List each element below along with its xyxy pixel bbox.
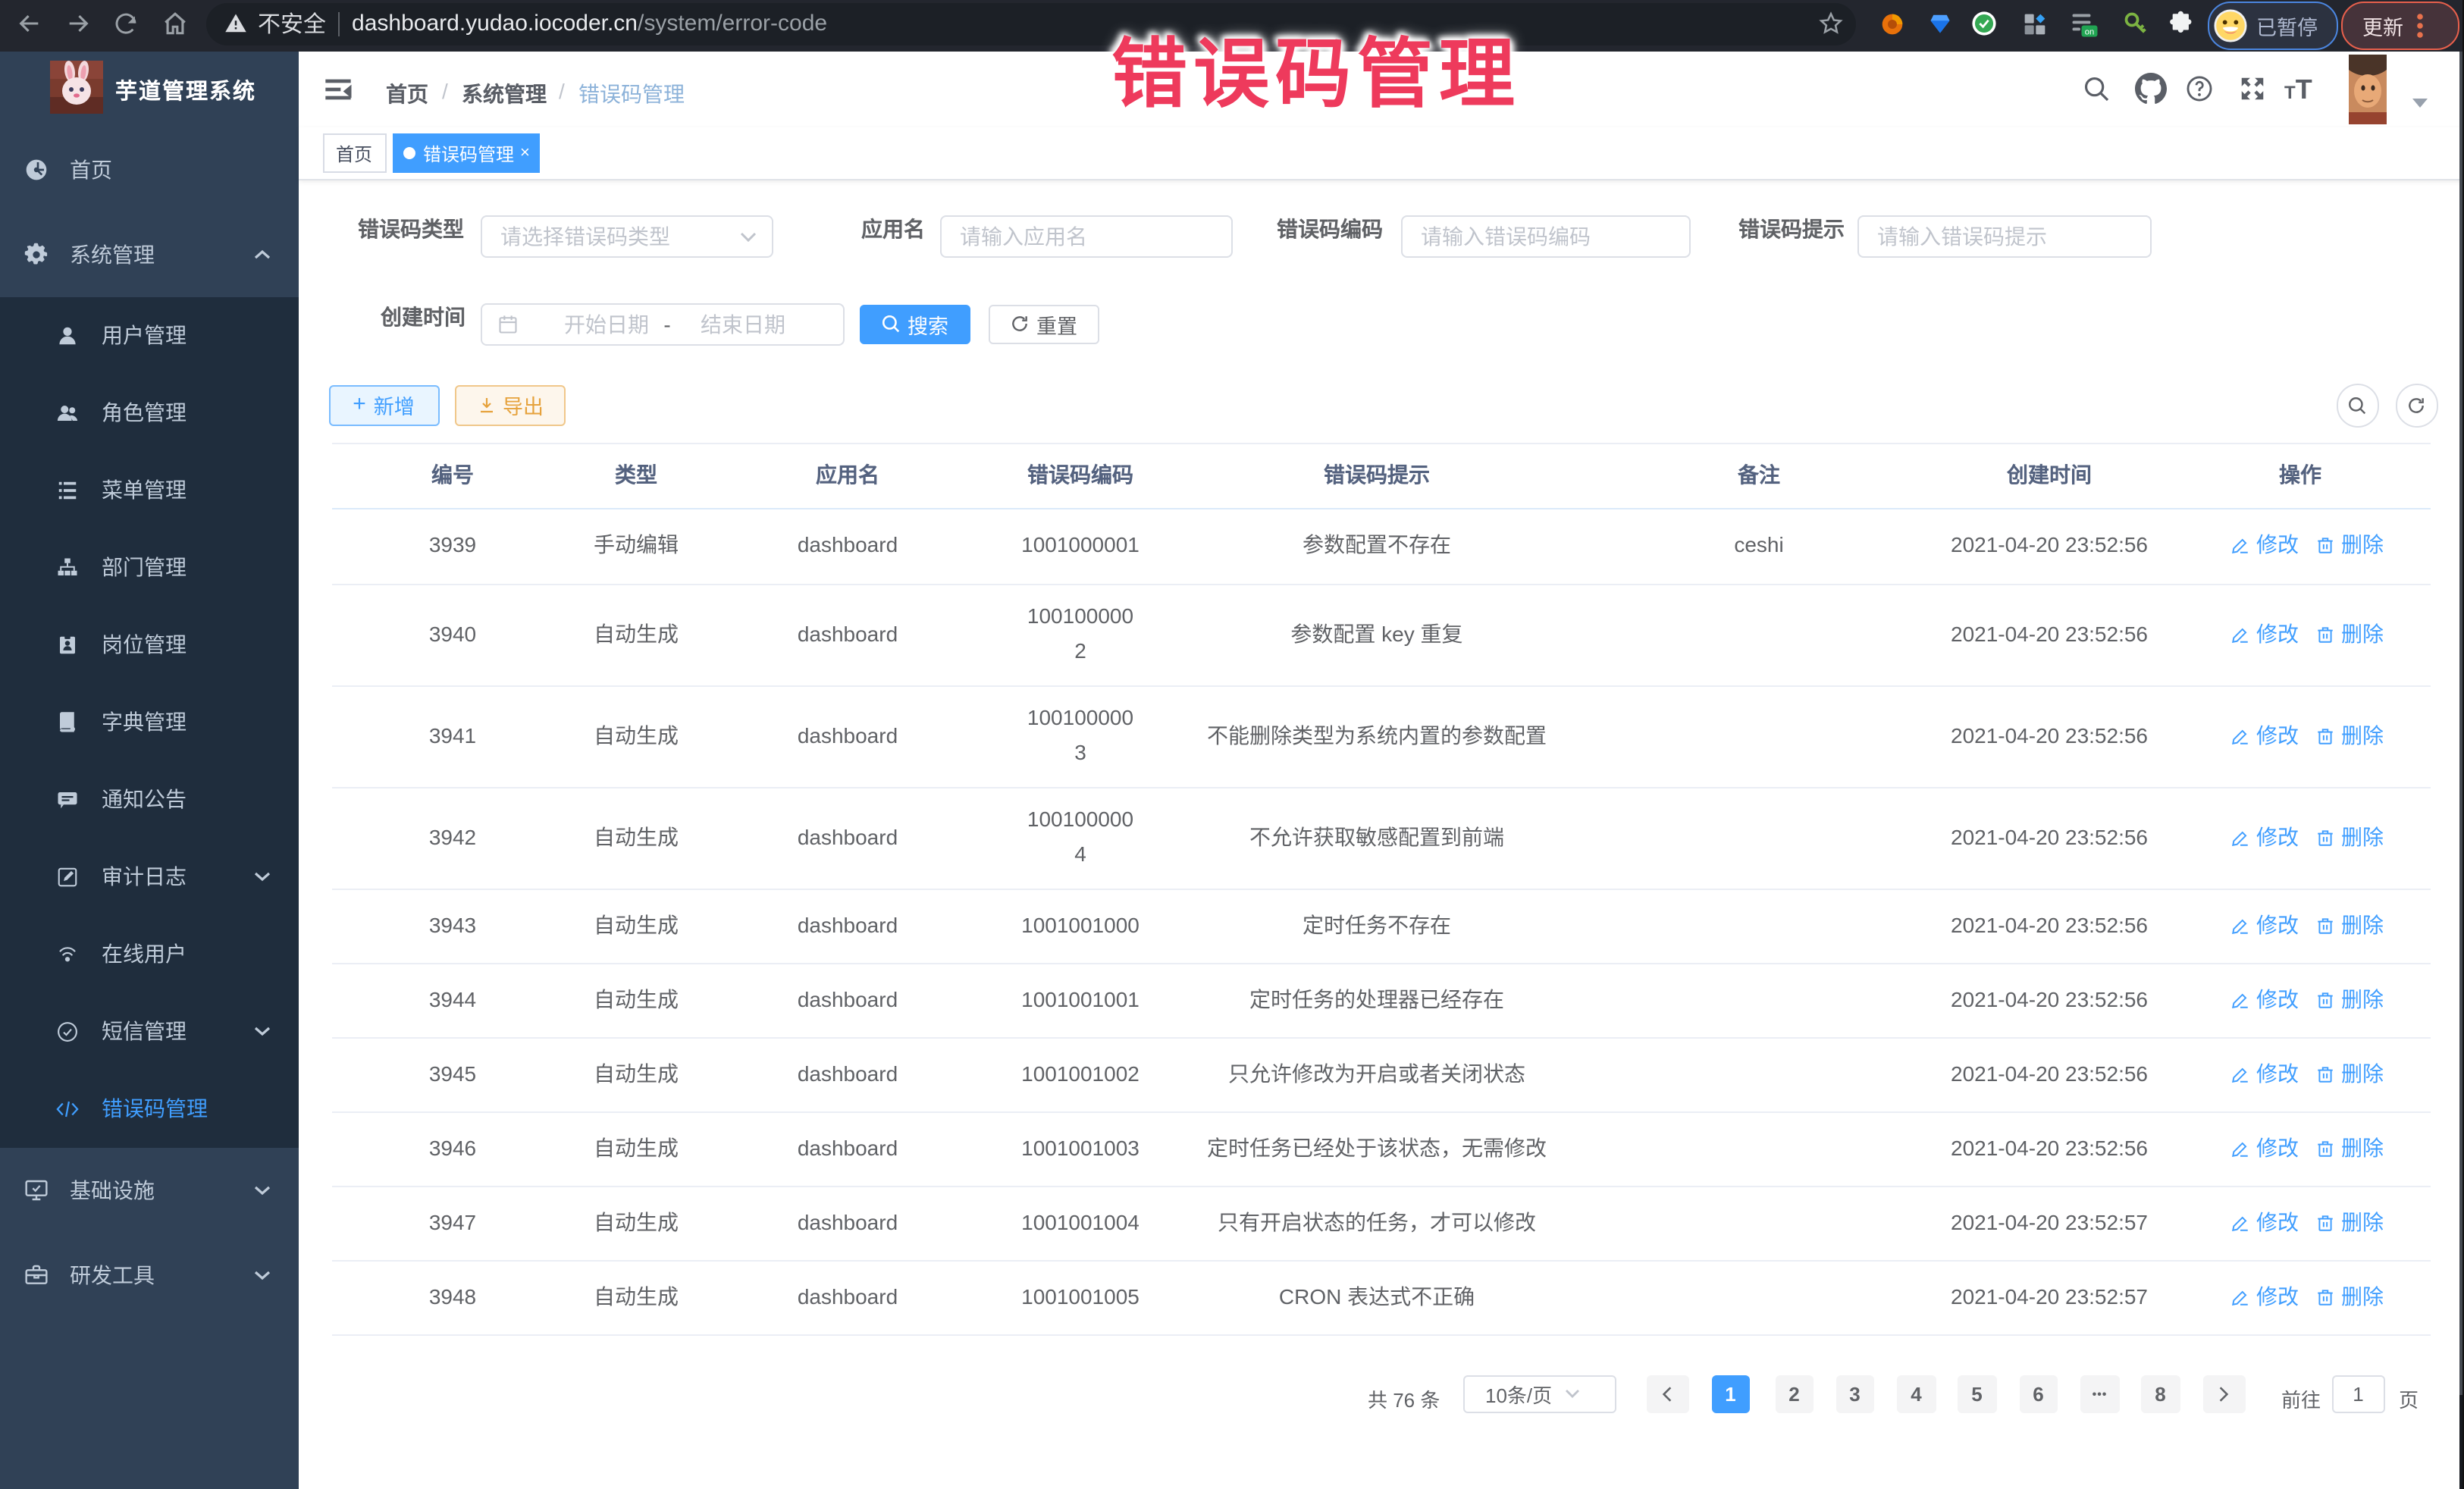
svg-text:on: on — [2085, 27, 2095, 36]
